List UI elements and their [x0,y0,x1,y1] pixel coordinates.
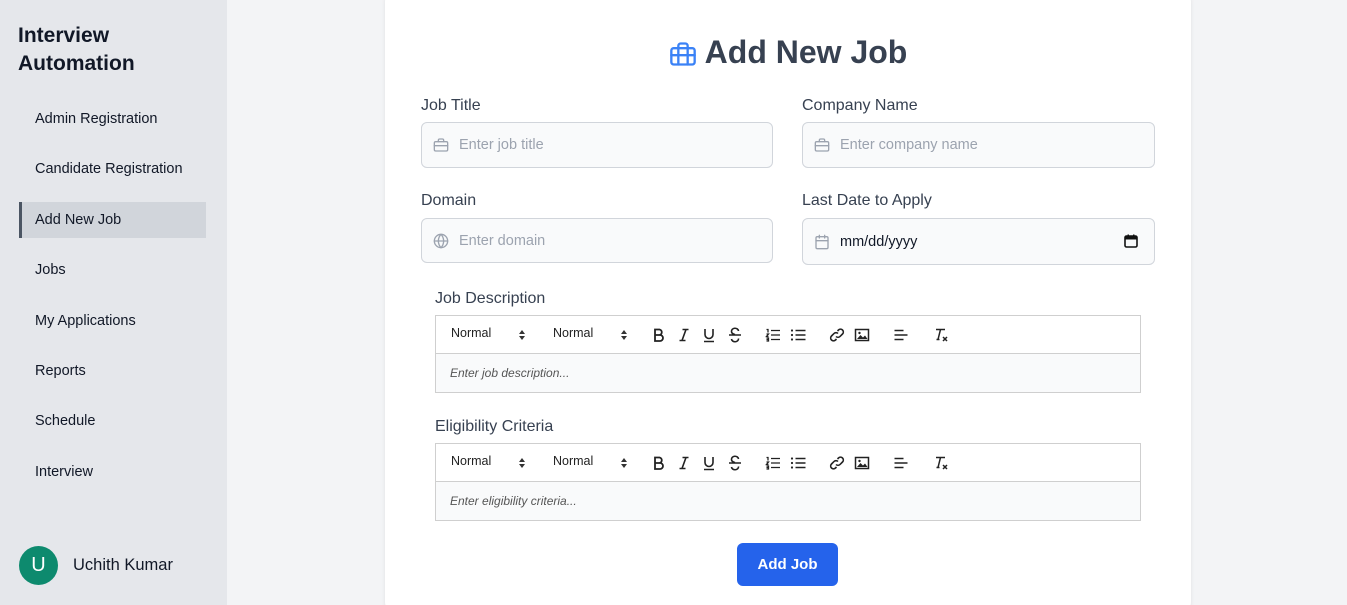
italic-icon [679,328,689,342]
strike-button[interactable] [726,327,744,343]
sidebar-item-my-applications[interactable]: My Applications [19,303,206,339]
italic-icon [679,456,689,470]
job-description-editor: Normal Normal Enter job description... [435,315,1141,393]
briefcase-icon [433,138,449,152]
sidebar: Interview Automation Admin Registration … [0,0,227,605]
bold-icon [654,456,664,470]
align-left-icon [894,457,908,469]
last-date-field[interactable]: mm/dd/yyyy [802,218,1155,265]
eligibility-editor: Normal Normal Enter eligibility criteria… [435,443,1141,521]
company-name-field [802,122,1155,168]
image-icon [854,456,870,470]
editor-toolbar: Normal Normal [436,444,1140,482]
select-arrows-icon [519,458,525,468]
ordered-list-icon [765,456,780,470]
sidebar-item-reports[interactable]: Reports [19,353,206,389]
header-select[interactable]: Normal [451,454,525,468]
clear-format-icon [936,328,948,342]
header-select-value: Normal [451,454,492,468]
last-date-label: Last Date to Apply [802,192,932,209]
company-name-input[interactable] [840,137,1120,153]
align-button[interactable] [892,327,910,343]
bullet-list-icon [790,329,806,341]
add-job-button[interactable]: Add Job [737,543,838,586]
job-description-input[interactable]: Enter job description... [436,354,1140,392]
link-button[interactable] [828,327,846,343]
sidebar-item-candidate-registration[interactable]: Candidate Registration [19,151,206,187]
calendar-icon [815,234,829,249]
strikethrough-icon [729,455,741,471]
bold-button[interactable] [650,327,668,343]
company-name-label: Company Name [802,97,918,114]
select-arrows-icon [621,330,627,340]
sidebar-nav: Admin Registration Candidate Registratio… [19,101,206,504]
eligibility-label: Eligibility Criteria [435,418,554,435]
add-job-card: Add New Job Job Title Company Name Domai… [385,0,1191,605]
job-title-field [421,122,773,168]
app-title: Interview Automation [18,24,135,75]
link-icon [829,328,845,342]
job-title-label: Job Title [421,97,481,114]
header-select[interactable]: Normal [451,326,525,340]
editor-toolbar: Normal Normal [436,316,1140,354]
align-button[interactable] [892,455,910,471]
ordered-list-icon [765,328,780,342]
job-description-label: Job Description [435,290,546,307]
size-select[interactable]: Normal [553,326,627,340]
image-icon [854,328,870,342]
image-button[interactable] [853,455,871,471]
header-select-value: Normal [451,326,492,340]
strikethrough-icon [729,327,741,343]
size-select-value: Normal [553,454,594,468]
underline-button[interactable] [700,327,718,343]
bullet-list-button[interactable] [789,455,807,471]
page-title: Add New Job [385,34,1191,71]
user-profile[interactable]: U Uchith Kumar [19,546,173,585]
select-arrows-icon [621,458,627,468]
size-select[interactable]: Normal [553,454,627,468]
last-date-input[interactable]: mm/dd/yyyy [840,234,917,250]
strike-button[interactable] [726,455,744,471]
sidebar-item-add-new-job[interactable]: Add New Job [19,201,206,238]
sidebar-item-jobs[interactable]: Jobs [19,252,206,288]
globe-icon [433,233,449,248]
avatar: U [19,546,58,585]
ordered-list-button[interactable] [764,455,782,471]
domain-input[interactable] [459,232,739,249]
bold-icon [654,328,664,342]
sidebar-item-schedule[interactable]: Schedule [19,403,206,439]
domain-field [421,218,773,263]
clear-format-icon [936,456,948,470]
sidebar-item-interview[interactable]: Interview [19,454,206,490]
size-select-value: Normal [553,326,594,340]
domain-label: Domain [421,192,477,209]
image-button[interactable] [853,327,871,343]
align-left-icon [894,329,908,341]
briefcase-icon [814,138,830,152]
clear-format-button[interactable] [932,455,950,471]
bullet-list-button[interactable] [789,327,807,343]
sidebar-item-admin-registration[interactable]: Admin Registration [19,101,206,137]
underline-icon [704,329,714,343]
bold-button[interactable] [650,455,668,471]
job-title-input[interactable] [459,137,739,153]
eligibility-input[interactable]: Enter eligibility criteria... [436,482,1140,520]
underline-button[interactable] [700,455,718,471]
underline-icon [704,457,714,471]
calendar-picker-icon[interactable] [1124,234,1138,248]
link-button[interactable] [828,455,846,471]
italic-button[interactable] [675,455,693,471]
bullet-list-icon [790,457,806,469]
select-arrows-icon [519,330,525,340]
italic-button[interactable] [675,327,693,343]
ordered-list-button[interactable] [764,327,782,343]
user-name: Uchith Kumar [73,556,173,574]
briefcase-icon [669,41,696,66]
page-title-text: Add New Job [704,34,908,70]
link-icon [829,456,845,470]
clear-format-button[interactable] [932,327,950,343]
